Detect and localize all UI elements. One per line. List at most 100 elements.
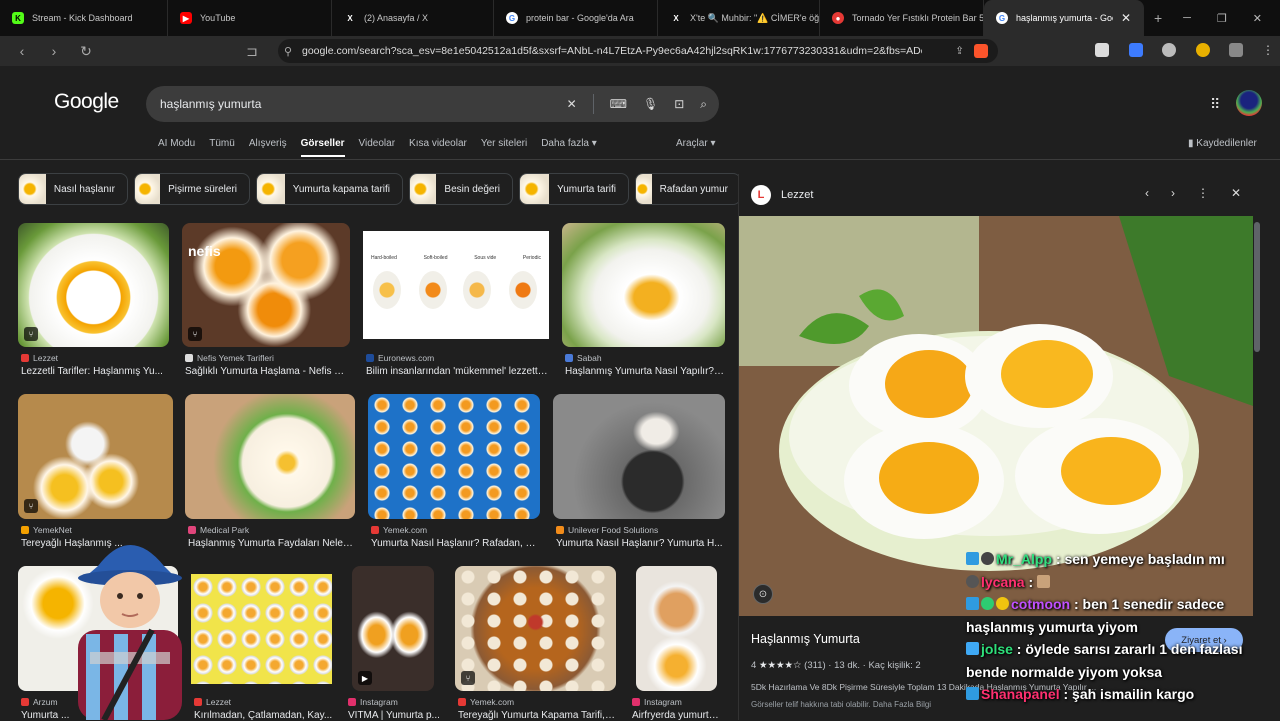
chip[interactable]: Rafadan yumur (635, 173, 741, 205)
chip[interactable]: Besin değeri (409, 173, 513, 205)
result-image[interactable]: ⑂ (18, 223, 169, 347)
forward-icon[interactable]: › (38, 43, 70, 59)
tab-haslanmis-yumurta[interactable]: Ghaşlanmış yumurta - Google✕ (984, 0, 1144, 36)
result-image[interactable]: nefis ⑂ (182, 223, 350, 347)
share-icon[interactable]: ⇪ (955, 45, 964, 57)
result-source[interactable]: Yemek.com (371, 525, 427, 535)
result-image[interactable] (368, 394, 540, 519)
result-image[interactable] (185, 394, 355, 519)
close-tab-icon[interactable]: ✕ (1121, 11, 1131, 25)
result-source[interactable]: Lezzet (21, 353, 58, 363)
result-image[interactable] (562, 223, 725, 347)
tab-x-home[interactable]: X (2) Anasayfa / X (332, 0, 494, 36)
nefis-logo: nefis (188, 243, 221, 259)
result-title[interactable]: Kırılmadan, Çatlamadan, Kay... (194, 710, 334, 721)
close-icon[interactable]: ✕ (1231, 186, 1241, 200)
tab-short-videos[interactable]: Kısa videolar (409, 138, 467, 157)
result-title[interactable]: Lezzetli Tarifler: Haşlanmış Yu... (21, 366, 171, 377)
result-title[interactable]: Yumurta Nasıl Haşlanır? Rafadan, K... (371, 538, 539, 549)
result-image[interactable]: Hard-boiled Soft-boiled Sous vide Periodic (363, 231, 549, 339)
next-icon[interactable]: › (1171, 186, 1175, 200)
extension-icon[interactable] (1095, 43, 1109, 57)
result-source[interactable]: Unilever Food Solutions (556, 525, 658, 535)
avatar[interactable] (1236, 90, 1262, 116)
result-image[interactable] (191, 574, 332, 684)
tab-shopping[interactable]: Alışveriş (249, 138, 287, 157)
tab-kick[interactable]: K Stream - Kick Dashboard (0, 0, 168, 36)
result-image[interactable]: ▶ (352, 566, 434, 691)
lezzet-logo-icon[interactable]: L (751, 185, 771, 205)
chat-message: Shanapanel : şah ismailin kargo (966, 683, 1266, 706)
reload-icon[interactable]: ↻ (70, 43, 102, 60)
maximize-icon[interactable]: ❐ (1217, 12, 1227, 25)
result-source[interactable]: Euronews.com (366, 353, 434, 363)
tab-places[interactable]: Yer siteleri (481, 138, 527, 157)
menu-icon[interactable]: ⋮ (1262, 43, 1274, 57)
tab-ai-mode[interactable]: AI Modu (158, 138, 195, 157)
tab-protein-bar[interactable]: Gprotein bar - Google'da Ara (494, 0, 658, 36)
new-tab-button[interactable]: + (1144, 10, 1172, 26)
search-nav-tabs: AI Modu Tümü Alışveriş Görseller Videola… (158, 138, 597, 157)
download-icon[interactable] (1129, 43, 1143, 57)
tab-youtube[interactable]: ▶ YouTube (168, 0, 332, 36)
result-title[interactable]: Airfryerda yumurta ... (632, 710, 722, 721)
keyboard-icon[interactable]: ⌨ (610, 97, 627, 111)
google-logo[interactable]: Google (54, 90, 119, 114)
address-bar[interactable]: ⚲ google.com/search?sca_esv=8e1e5042512a… (278, 39, 998, 63)
result-image[interactable] (553, 394, 725, 519)
back-icon[interactable]: ‹ (6, 43, 38, 59)
tab-x-muhbir[interactable]: XX'te 🔍 Muhbir: "⚠️ CİMER'e öğretm (658, 0, 820, 36)
panel-header: L Lezzet ‹ › ⋮ ✕ (739, 174, 1263, 216)
chip[interactable]: Pişirme süreleri (134, 173, 250, 205)
result-image[interactable]: ⑂ (18, 394, 173, 519)
result-source[interactable]: Yemek.com (458, 697, 514, 707)
result-source[interactable]: Nefis Yemek Tarifleri (185, 353, 274, 363)
tab-more[interactable]: Daha fazla ▾ (541, 138, 597, 157)
extensions-puzzle-icon[interactable] (1229, 43, 1243, 57)
camera-icon[interactable] (1162, 43, 1176, 57)
result-title[interactable]: Tereyağlı Yumurta Kapama Tarifi, ... (458, 710, 616, 721)
result-source[interactable]: Instagram (348, 697, 398, 707)
copyright-note[interactable]: Görseller telif hakkına tabi olabilir. D… (751, 700, 931, 709)
result-source[interactable]: Instagram (632, 697, 682, 707)
chip[interactable]: Yumurta tarifi (519, 173, 629, 205)
chip[interactable]: Yumurta kapama tarifi (256, 173, 403, 205)
tools-button[interactable]: Araçlar ▾ (676, 138, 715, 149)
wallet-icon[interactable] (1196, 43, 1210, 57)
apps-grid-icon[interactable]: ⠿ (1210, 96, 1220, 113)
panel-title[interactable]: Haşlanmış Yumurta (751, 632, 860, 646)
chip[interactable]: Nasıl haşlanır (18, 173, 128, 205)
panel-site-name[interactable]: Lezzet (781, 189, 813, 201)
result-title[interactable]: VİTMA | Yumurta p... (348, 710, 440, 721)
result-title[interactable]: Haşlanmış Yumurta Nasıl Yapılır? ... (565, 366, 725, 377)
tab-all[interactable]: Tümü (209, 138, 235, 157)
result-source[interactable]: Arzum (21, 697, 58, 707)
egg-labels: Hard-boiled Soft-boiled Sous vide Periodic (371, 255, 541, 261)
result-source[interactable]: Sabah (565, 353, 602, 363)
close-window-icon[interactable]: ✕ (1253, 12, 1262, 25)
prev-icon[interactable]: ‹ (1145, 186, 1149, 200)
result-image[interactable]: ⑂ (455, 566, 616, 691)
bookmark-icon[interactable]: ⊐ (236, 43, 268, 60)
result-title[interactable]: Haşlanmış Yumurta Faydaları Neler... (188, 538, 353, 549)
lens-search-icon[interactable]: ⊙ (753, 584, 773, 604)
result-title[interactable]: Bilim insanlarından 'mükemmel' lezzette … (366, 366, 548, 377)
result-title[interactable]: Yumurta Nasıl Haşlanır? Yumurta H... (556, 538, 724, 549)
search-icon[interactable]: ⌕ (700, 97, 707, 112)
site-info-icon[interactable]: ⚲ (284, 45, 292, 58)
mic-icon[interactable]: 🎙 (643, 97, 658, 111)
clear-icon[interactable]: ✕ (567, 97, 577, 111)
minimize-icon[interactable]: ─ (1183, 12, 1191, 25)
verified-icon (981, 597, 994, 610)
search-input[interactable]: haşlanmış yumurta ✕ ⌨ 🎙 ⊡ ⌕ (146, 86, 719, 122)
result-title[interactable]: Sağlıklı Yumurta Haşlama - Nefis Y... (185, 366, 345, 377)
tab-images[interactable]: Görseller (300, 138, 345, 157)
tab-tornado[interactable]: ● Tornado Yer Fıstıklı Protein Bar 50 g (820, 0, 984, 36)
panel-scrollbar[interactable] (1254, 222, 1260, 352)
brave-shield-icon[interactable] (974, 44, 988, 58)
tab-videos[interactable]: Videolar (359, 138, 396, 157)
saved-button[interactable]: ▮ Kaydedilenler (1188, 138, 1257, 149)
result-image[interactable] (636, 566, 717, 691)
more-icon[interactable]: ⋮ (1197, 186, 1209, 200)
lens-icon[interactable]: ⊡ (674, 97, 684, 111)
